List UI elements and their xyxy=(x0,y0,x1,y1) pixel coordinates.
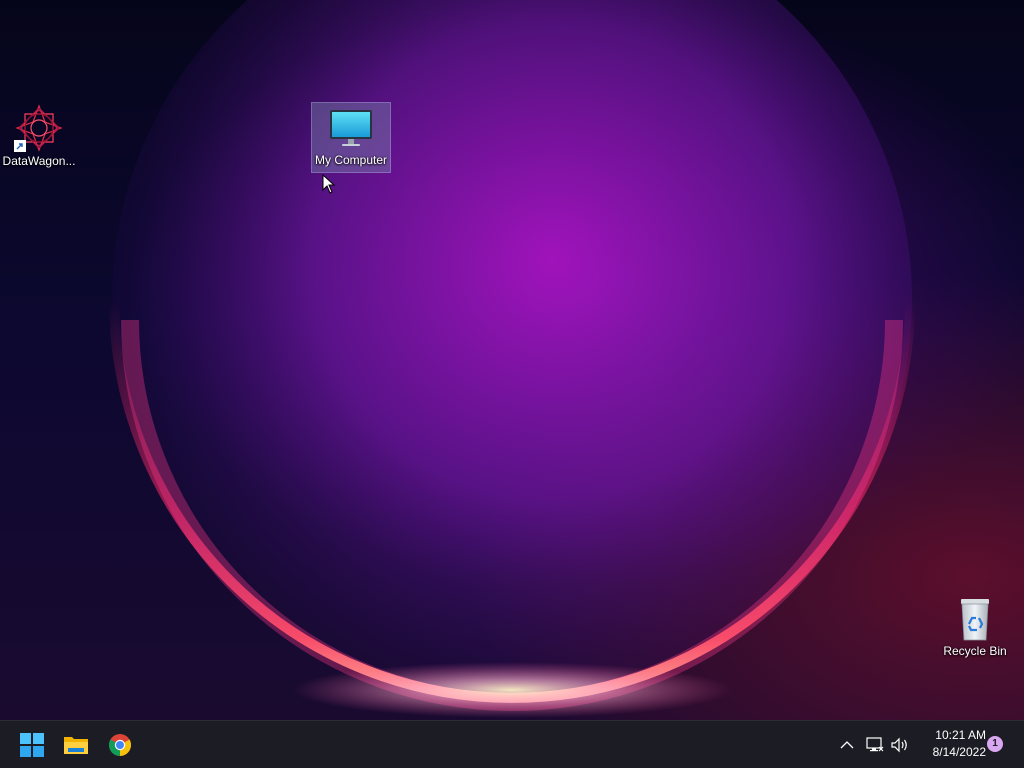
clock-time: 10:21 AM xyxy=(935,728,986,742)
shortcut-arrow-icon xyxy=(14,140,26,152)
show-hidden-icons-button[interactable] xyxy=(836,733,858,757)
recycle-bin-icon xyxy=(961,599,989,641)
volume-icon xyxy=(891,737,907,753)
mouse-cursor-icon xyxy=(322,174,336,194)
taskbar: 10:21 AM 8/14/2022 xyxy=(0,720,1024,768)
desktop[interactable]: DataWagon... My Computer Recycle Bin xyxy=(0,0,1024,720)
taskbar-chrome[interactable] xyxy=(100,725,140,765)
taskbar-file-explorer[interactable] xyxy=(56,725,96,765)
desktop-icon-my-computer[interactable]: My Computer xyxy=(311,102,391,173)
chrome-icon xyxy=(109,734,131,756)
network-status-button[interactable] xyxy=(864,733,886,757)
desktop-icon-label: Recycle Bin xyxy=(943,644,1007,658)
notification-badge[interactable]: 1 xyxy=(987,736,1003,752)
start-button[interactable] xyxy=(12,725,52,765)
taskbar-clock[interactable]: 10:21 AM 8/14/2022 xyxy=(914,727,986,761)
desktop-icon-label: DataWagon... xyxy=(2,154,76,168)
network-icon xyxy=(866,737,884,752)
desktop-icon-recycle-bin[interactable]: Recycle Bin xyxy=(936,596,1014,658)
chevron-up-icon xyxy=(840,741,854,749)
desktop-icon-datawagon[interactable]: DataWagon... xyxy=(0,104,78,168)
wallpaper-bloom xyxy=(109,0,915,718)
desktop-icon-label: My Computer xyxy=(314,153,388,167)
clock-date: 8/14/2022 xyxy=(932,745,986,759)
monitor-icon xyxy=(330,110,372,146)
volume-button[interactable] xyxy=(889,733,911,757)
windows-start-icon xyxy=(20,733,44,757)
file-explorer-icon xyxy=(64,737,88,754)
